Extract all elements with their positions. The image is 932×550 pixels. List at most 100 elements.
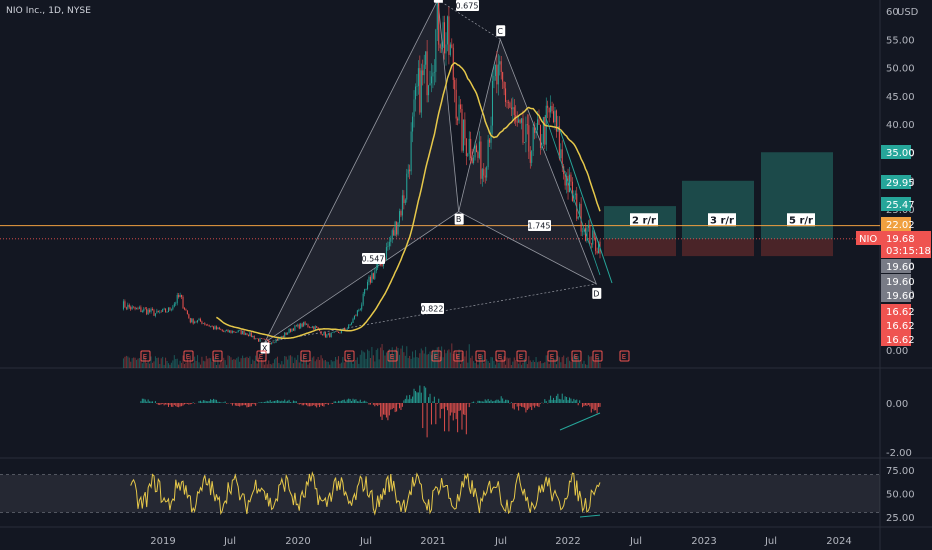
volume-bar (188, 362, 190, 368)
candle (133, 306, 135, 308)
candle (513, 107, 515, 115)
volume-bar (584, 364, 586, 368)
oscillator-bar (404, 398, 406, 403)
time-tick: Jul (764, 536, 777, 547)
volume-bar (356, 357, 358, 368)
oscillator-bar (410, 398, 412, 403)
volume-bar (486, 359, 488, 368)
volume-bar (276, 356, 278, 368)
candle (413, 99, 415, 117)
oscillator-bar (236, 403, 238, 406)
oscillator-bar (532, 403, 534, 406)
candle (242, 330, 244, 335)
volume-bar (156, 357, 158, 368)
oscillator-bar (503, 401, 505, 403)
volume-bar (263, 364, 265, 368)
candle (298, 324, 300, 329)
oscillator-bar (468, 403, 470, 408)
candle (553, 111, 555, 123)
oscillator-bar (384, 403, 386, 415)
candle (518, 119, 520, 123)
oscillator-bar (548, 399, 550, 403)
candle (327, 333, 329, 335)
volume-bar (414, 350, 416, 368)
oscillator-bar (326, 403, 328, 404)
oscillator-bar (483, 401, 485, 403)
candle (587, 225, 589, 228)
candle (582, 231, 584, 233)
oscillator-bar (144, 399, 146, 403)
oscillator-bar (237, 403, 239, 407)
candle (304, 322, 306, 325)
volume-bar (499, 362, 501, 368)
candle (388, 241, 390, 247)
oscillator-bar (220, 402, 222, 403)
oscillator-bar (240, 403, 242, 406)
candle (457, 118, 459, 121)
pattern-point-label: A (435, 0, 441, 2)
volume-bar (580, 360, 582, 368)
volume-bar (141, 363, 143, 368)
bcd-triangle (458, 37, 598, 285)
oscillator-bar (316, 403, 318, 408)
candle (412, 116, 414, 132)
volume-bar (377, 348, 379, 368)
oscillator-bar (333, 401, 335, 403)
pattern-point-label: X (262, 344, 268, 353)
time-tick: 2021 (420, 536, 445, 547)
candle (449, 44, 451, 55)
oscillator-bar (320, 403, 322, 406)
volume-bar (534, 362, 536, 368)
volume-bar (229, 355, 231, 368)
volume-bar (590, 356, 592, 368)
volume-bar (223, 357, 225, 368)
oscillator-bar (359, 399, 361, 403)
oscillator-bar (149, 401, 151, 403)
volume-bar (579, 361, 581, 368)
volume-bar (473, 361, 475, 368)
candle (525, 124, 527, 143)
candle (494, 64, 496, 76)
candle (416, 86, 418, 87)
oscillator-bar (301, 403, 303, 406)
volume-bar (374, 361, 376, 368)
price-label-1960: 19.60 (886, 262, 915, 273)
oscillator-bar (274, 400, 276, 403)
volume-bar (583, 360, 585, 368)
oscillator-bar (519, 403, 521, 406)
oscillator-bar (324, 403, 326, 404)
candle (236, 332, 238, 333)
oscillator-bar (365, 401, 367, 403)
price-chart[interactable]: 6055.0050.0045.0040.0035.0030.0025.0020.… (0, 0, 932, 550)
earnings-marker-label: E (259, 353, 263, 361)
volume-bar (136, 359, 138, 368)
candle (295, 325, 297, 327)
price-tick: 55.00 (886, 35, 915, 46)
candle (568, 174, 570, 193)
volume-bar (226, 364, 228, 368)
oscillator-bar (467, 403, 469, 404)
candle (166, 312, 168, 313)
oscillator-bar (182, 403, 184, 406)
oscillator-bar (208, 401, 210, 403)
candle (259, 338, 261, 342)
oscillator-bar (281, 400, 283, 403)
oscillator-bar (593, 403, 595, 411)
candle (464, 119, 466, 139)
oscillator-bar (457, 403, 459, 433)
oscillator-bar (244, 403, 247, 406)
oscillator-bar (185, 403, 187, 404)
candle (265, 339, 267, 340)
oscillator-bar (449, 403, 451, 416)
candle (502, 72, 504, 82)
candle (336, 331, 338, 332)
volume-bar (417, 357, 419, 368)
volume-bar (544, 362, 546, 368)
oscillator-bar (445, 403, 447, 407)
candle (507, 102, 509, 103)
volume-bar (313, 356, 315, 368)
volume-bar (465, 350, 467, 368)
oscillator-bar (249, 403, 251, 407)
volume-bar (493, 360, 495, 368)
volume-bar (337, 356, 339, 368)
